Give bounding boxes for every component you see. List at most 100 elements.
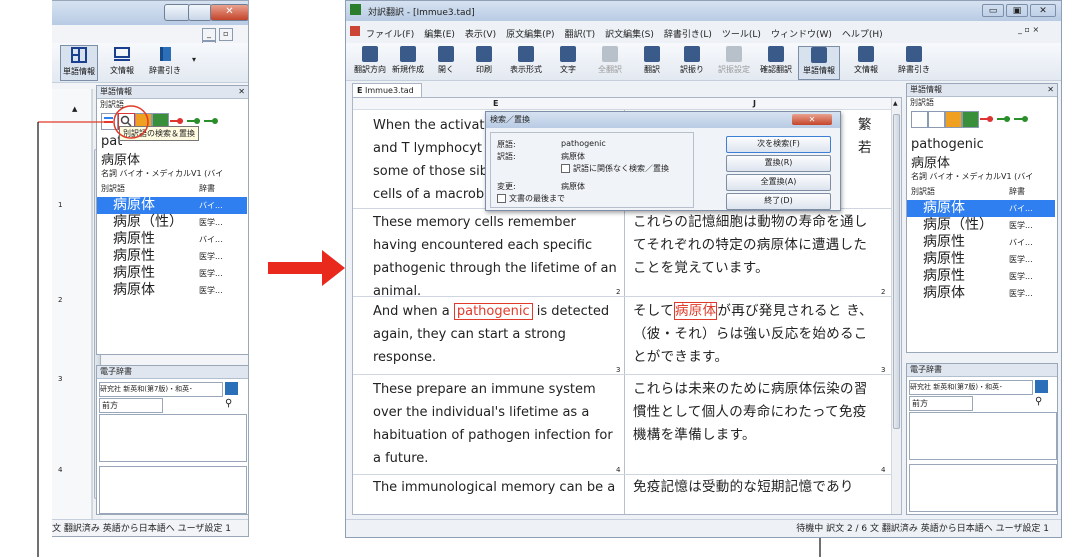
edict-select[interactable]: 研究社 新英和(第7版)・和英･ — [909, 380, 1033, 395]
minimize-button[interactable]: ▭ — [982, 4, 1004, 17]
list-item[interactable]: 病原性 バイ... — [907, 234, 1055, 251]
find-next-button[interactable]: 次を検索(F) — [726, 136, 831, 153]
menu-item[interactable]: ツール(L) — [722, 30, 761, 40]
menu-item[interactable]: ウィンドウ(W) — [771, 30, 832, 40]
maximize-button[interactable]: ▣ — [1006, 4, 1028, 17]
scroll-up-icon[interactable]: ▲ — [893, 100, 898, 107]
toolbar-button[interactable]: 翻訳方向 — [350, 46, 390, 75]
row-number: 3 — [616, 366, 621, 374]
edict-dir-row: 前方 ⚲ — [907, 396, 1057, 412]
alt-word-list: 病原体 バイ... 病原（性） 医学... 病原性 バイ... 病原性 医学... 病原… — [907, 200, 1057, 310]
japanese-sentence[interactable]: 免疫記憶は受動的な短期記憶であり — [633, 476, 878, 499]
english-sentence[interactable]: The immunological memory can be a — [373, 476, 621, 499]
print-icon — [476, 46, 492, 62]
edit-icon[interactable] — [945, 111, 962, 128]
font-icon — [560, 46, 576, 62]
search-replace-icon[interactable] — [928, 111, 945, 128]
japanese-sentence[interactable]: 繁 若 — [858, 114, 888, 160]
new-doc-icon — [400, 46, 416, 62]
japanese-sentence[interactable]: これらは未来のために病原体伝染の習慣性として個人の寿命にわたって免疫機構を準備し… — [633, 378, 878, 447]
sentence-info-icon — [858, 46, 874, 62]
toolbar-button[interactable]: 翻訳 — [632, 46, 672, 75]
source-word: pathogenic — [911, 137, 984, 152]
menu-item[interactable]: 訳文編集(S) — [605, 30, 654, 40]
book-icon[interactable] — [1035, 380, 1048, 393]
display-format-icon — [518, 46, 534, 62]
main-status-bar: 待機中 訳文 2 / 6 文 翻訳済み 英語から日本語へ ユーザ設定 1 — [346, 519, 1061, 537]
dictionary-add-icon[interactable] — [962, 111, 979, 128]
highlighted-source-word[interactable]: pathogenic — [453, 303, 533, 320]
end-pin-icon[interactable] — [1013, 111, 1028, 126]
edict-input[interactable] — [909, 412, 1057, 460]
main-toolbar: 翻訳方向 新規作成 開く 印刷 表示形式 文字 全翻訳 翻訳 訳振り 訳振設定 確認翻訳 単語情報 文情… — [346, 43, 1061, 81]
toolbar-button[interactable]: 文字 — [548, 46, 588, 75]
ignore-target-checkbox[interactable]: 訳語に関係なく検索／置換 — [561, 163, 669, 174]
dialog-close-button[interactable]: ✕ — [792, 114, 832, 125]
menu-item[interactable]: ヘルプ(H) — [842, 30, 883, 40]
doc-icon — [350, 26, 360, 36]
part-of-speech: 名詞 バイオ・メディカルV1 (バイ — [911, 172, 1034, 181]
japanese-sentence[interactable]: これらの記憶細胞は動物の寿命を通してそれぞれの特定の病原体に遭遇したことを覚えて… — [633, 211, 878, 280]
dialog-titlebar: 検索／置換 ✕ — [486, 112, 840, 128]
callout-circle — [113, 105, 149, 139]
replace-button[interactable]: 置換(R) — [726, 155, 831, 172]
furigana-settings-icon — [726, 46, 742, 62]
furigana-icon — [684, 46, 700, 62]
toolbar-button[interactable]: 全翻訳 — [590, 46, 630, 75]
change-value: 病原体 — [561, 182, 585, 191]
dialog-fields: 原語: pathogenic 訳語: 病原体 訳語に関係なく検索／置換 変更: … — [490, 132, 694, 208]
toolbar-button[interactable]: 新規作成 — [388, 46, 428, 75]
menu-item[interactable]: 編集(E) — [424, 30, 455, 40]
list-item[interactable]: 病原性 医学... — [907, 251, 1055, 268]
menu-item[interactable]: 翻訳(T) — [565, 30, 596, 40]
toolbar-button[interactable]: 訳振設定 — [714, 46, 754, 75]
panel-close-icon[interactable]: ✕ — [1047, 84, 1054, 96]
direction-select[interactable]: 前方 — [909, 396, 973, 411]
target-value: 病原体 — [561, 152, 585, 161]
row-divider — [353, 474, 893, 475]
target-word: 病原体 — [911, 156, 951, 171]
app-icon — [350, 4, 361, 15]
scroll-thumb[interactable] — [893, 114, 900, 429]
toolbar-button[interactable]: 開く — [426, 46, 466, 75]
list-item[interactable]: 病原体 医学... — [907, 285, 1055, 302]
list-item[interactable]: 病原体 バイ... — [907, 200, 1055, 217]
end-button[interactable]: 終了(D) — [726, 193, 831, 210]
binoculars-icon[interactable]: ⚲ — [1035, 396, 1042, 407]
list-icon[interactable] — [911, 111, 928, 128]
toolbar-button[interactable]: 確認翻訳 — [756, 46, 796, 75]
toolbar-button[interactable]: 印刷 — [464, 46, 504, 75]
menu-item[interactable]: 原文編集(P) — [506, 30, 554, 40]
english-sentence[interactable]: These prepare an immune system over the … — [373, 378, 621, 470]
english-sentence[interactable]: These memory cells remember having encou… — [373, 211, 621, 303]
menu-item[interactable]: ファイル(F) — [366, 30, 414, 40]
document-tab[interactable]: E Immue3.tad — [352, 83, 422, 97]
toolbar-button[interactable]: 単語情報 — [798, 46, 840, 80]
mdi-buttons[interactable]: _ ▫ × — [1018, 25, 1039, 34]
side-word-info-panel: 単語情報 ✕ 別訳語 pathogenic 病原体 名詞 バイオ・メディカルV1… — [906, 83, 1058, 353]
english-sentence-current[interactable]: And when a pathogenic is detected again,… — [373, 300, 621, 369]
list-item[interactable]: 病原性 医学... — [907, 268, 1055, 285]
prev-pin-icon[interactable] — [979, 111, 994, 126]
document-scrollbar[interactable]: ▲ — [891, 98, 901, 514]
list-header: 別訳語 辞書 — [911, 187, 1025, 196]
menu-item[interactable]: 表示(V) — [465, 30, 496, 40]
toolbar-button[interactable]: 文情報 — [846, 46, 886, 75]
toolbar-button[interactable]: 表示形式 — [506, 46, 546, 75]
main-window: 対訳翻訳 - [Immue3.tad] ▭ ▣ ✕ ファイル(F) 編集(E) 表示… — [345, 0, 1062, 538]
close-button[interactable]: ✕ — [1030, 4, 1056, 17]
side-edict-panel: 電子辞書 研究社 新英和(第7版)・和英･ 前方 ⚲ — [906, 363, 1058, 515]
list-item[interactable]: 病原（性） 医学... — [907, 217, 1055, 234]
row-divider — [353, 374, 893, 375]
replace-all-button[interactable]: 全置換(A) — [726, 174, 831, 191]
word-info-icon — [811, 47, 827, 63]
toolbar-button[interactable]: 辞書引き — [894, 46, 934, 75]
menu-item[interactable]: 辞書引き(L) — [664, 30, 712, 40]
row-number: 3 — [881, 366, 886, 374]
japanese-sentence-current[interactable]: そして病原体が再び発見されると き、（彼・それ）らは強い反応を始めることができま… — [633, 300, 878, 369]
toolbar-button[interactable]: 訳振り — [672, 46, 712, 75]
main-titlebar: 対訳翻訳 - [Immue3.tad] ▭ ▣ ✕ — [346, 1, 1061, 21]
to-end-checkbox[interactable]: 文書の最後まで — [497, 193, 565, 204]
highlighted-target-word[interactable]: 病原体 — [674, 302, 718, 320]
next-pin-icon[interactable] — [996, 111, 1011, 126]
